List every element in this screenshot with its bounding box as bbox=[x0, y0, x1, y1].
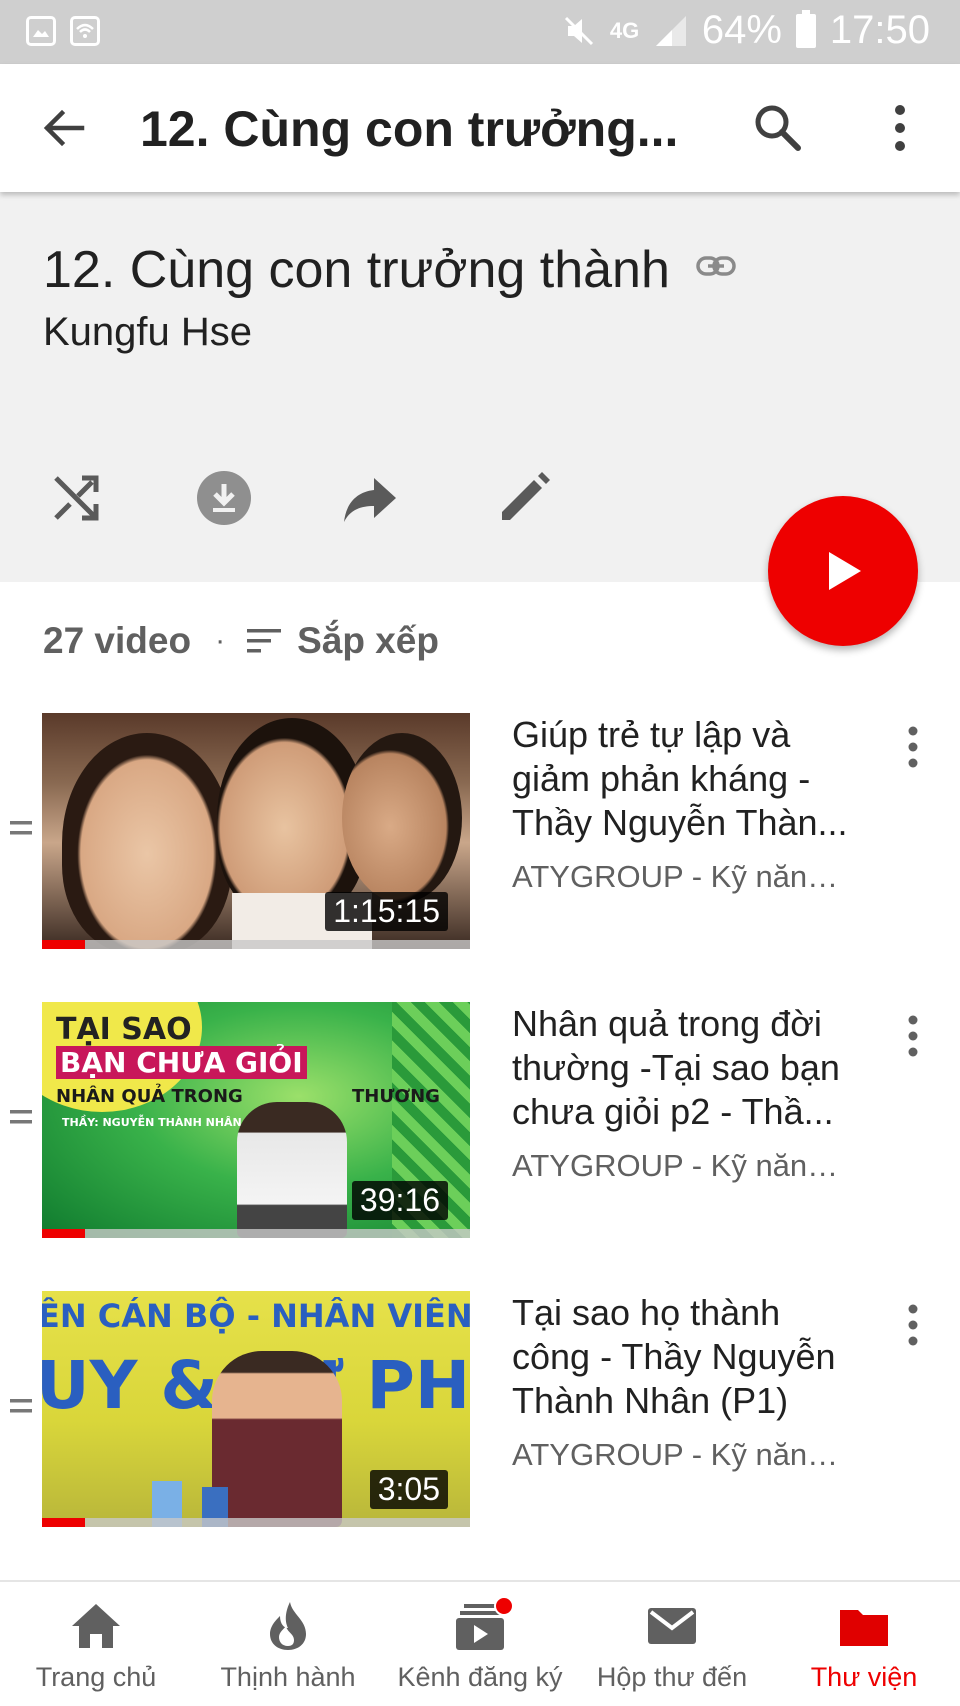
nav-subscriptions-label: Kênh đăng ký bbox=[397, 1662, 563, 1692]
nav-trending-label: Thịnh hành bbox=[220, 1662, 356, 1692]
thumbnail-text-line5: THẦY: NGUYỄN THÀNH NHÂN bbox=[62, 1116, 242, 1129]
folder-icon bbox=[840, 1610, 888, 1646]
nav-subscriptions[interactable]: Kênh đăng ký bbox=[384, 1582, 576, 1706]
playlist-actions bbox=[0, 470, 600, 530]
app-bar-title: 12. Cùng con trưởng... bbox=[140, 101, 679, 157]
playlist-title: 12. Cùng con trưởng thành bbox=[43, 241, 670, 299]
edit-pencil-icon[interactable] bbox=[496, 470, 552, 526]
thumbnail-text-line2: BẠN CHƯA GIỎI bbox=[56, 1046, 307, 1079]
nav-home[interactable]: Trang chủ bbox=[0, 1582, 192, 1706]
playlist-owner[interactable]: Kungfu Hse bbox=[43, 310, 252, 355]
watch-progress-bar bbox=[42, 1229, 470, 1238]
play-icon bbox=[829, 552, 861, 590]
nav-library-label: Thư viện bbox=[810, 1662, 918, 1692]
list-item[interactable]: 1:15:15 Giúp trẻ tự lập và giảm phản khá… bbox=[0, 713, 960, 949]
more-options-icon[interactable] bbox=[880, 102, 920, 154]
playlist-meta-row: 27 video · Sắp xếp bbox=[43, 616, 439, 666]
notification-badge bbox=[494, 1596, 514, 1616]
watch-progress-fill bbox=[42, 1229, 85, 1238]
video-more-icon[interactable] bbox=[898, 1301, 928, 1351]
drag-handle-icon[interactable] bbox=[10, 1108, 32, 1126]
thumbnail-text-line4: THƯƠNG bbox=[352, 1086, 440, 1107]
nav-trending[interactable]: Thịnh hành bbox=[192, 1582, 384, 1706]
thumbnail-text-line1: ÊN CÁN BỘ - NHÂN VIÊN bbox=[42, 1297, 470, 1335]
video-duration: 3:05 bbox=[369, 1470, 448, 1509]
thumbnail-text-line1: TẠI SAO bbox=[56, 1012, 192, 1047]
wifi-notification-icon bbox=[70, 16, 100, 46]
list-item[interactable]: TẠI SAO BẠN CHƯA GIỎI NHÂN QUẢ TRONG THƯ… bbox=[0, 1002, 960, 1238]
nav-inbox[interactable]: Hộp thư đến bbox=[576, 1582, 768, 1706]
battery-icon bbox=[795, 9, 816, 48]
sort-button[interactable]: Sắp xếp bbox=[297, 620, 439, 662]
video-title[interactable]: Giúp trẻ tự lập và giảm phản kháng - Thầ… bbox=[512, 713, 852, 845]
list-item[interactable]: ÊN CÁN BỘ - NHÂN VIÊN UY & SỰ PHÓ 3:05 T… bbox=[0, 1291, 960, 1527]
drag-handle-icon[interactable] bbox=[10, 819, 32, 837]
battery-percent: 64% bbox=[701, 8, 782, 52]
separator-dot: · bbox=[215, 624, 226, 657]
video-count: 27 video bbox=[43, 620, 192, 661]
home-icon bbox=[72, 1604, 120, 1648]
video-more-icon[interactable] bbox=[898, 1012, 928, 1062]
clock: 17:50 bbox=[829, 8, 930, 52]
mail-icon bbox=[648, 1608, 696, 1644]
video-duration: 39:16 bbox=[351, 1181, 448, 1220]
watch-progress-fill bbox=[42, 1518, 85, 1527]
video-more-icon[interactable] bbox=[898, 723, 928, 773]
video-thumbnail[interactable]: 1:15:15 bbox=[42, 713, 470, 949]
video-channel: ATYGROUP - Kỹ năng ... bbox=[512, 859, 842, 894]
nav-library[interactable]: Thư viện bbox=[768, 1582, 960, 1706]
video-duration: 1:15:15 bbox=[325, 892, 448, 931]
watch-progress-fill bbox=[42, 940, 85, 949]
video-title[interactable]: Nhân quả trong đời thường -Tại sao bạn c… bbox=[512, 1002, 852, 1134]
sort-icon[interactable] bbox=[247, 626, 283, 656]
video-thumbnail[interactable]: ÊN CÁN BỘ - NHÂN VIÊN UY & SỰ PHÓ 3:05 bbox=[42, 1291, 470, 1527]
nav-inbox-label: Hộp thư đến bbox=[596, 1662, 748, 1692]
play-all-button[interactable] bbox=[768, 496, 918, 646]
mute-icon bbox=[564, 16, 593, 45]
video-channel: ATYGROUP - Kỹ năng ... bbox=[512, 1148, 842, 1183]
gallery-notification-icon bbox=[26, 16, 56, 46]
flame-icon bbox=[270, 1602, 306, 1650]
shuffle-icon[interactable] bbox=[48, 470, 104, 526]
bottom-navigation: Trang chủ Thịnh hành Kênh đăng ký Hộp th… bbox=[0, 1580, 960, 1706]
video-thumbnail[interactable]: TẠI SAO BẠN CHƯA GIỎI NHÂN QUẢ TRONG THƯ… bbox=[42, 1002, 470, 1238]
watch-progress-bar bbox=[42, 1518, 470, 1527]
download-icon[interactable] bbox=[196, 470, 252, 526]
nav-home-label: Trang chủ bbox=[35, 1662, 157, 1692]
link-icon bbox=[696, 256, 736, 276]
share-icon[interactable] bbox=[342, 470, 398, 526]
thumbnail-text-line3: NHÂN QUẢ TRONG bbox=[56, 1086, 243, 1107]
search-icon[interactable] bbox=[752, 102, 804, 154]
back-arrow-icon[interactable] bbox=[38, 102, 90, 154]
status-bar: 4G 64% 17:50 bbox=[0, 0, 960, 64]
watch-progress-bar bbox=[42, 940, 470, 949]
video-title[interactable]: Tại sao họ thành công - Thầy Nguyễn Thàn… bbox=[512, 1291, 852, 1423]
network-type: 4G bbox=[609, 17, 640, 43]
video-channel: ATYGROUP - Kỹ năng ... bbox=[512, 1437, 842, 1472]
signal-icon bbox=[655, 15, 686, 46]
drag-handle-icon[interactable] bbox=[10, 1397, 32, 1415]
app-bar: 12. Cùng con trưởng... bbox=[0, 64, 960, 192]
